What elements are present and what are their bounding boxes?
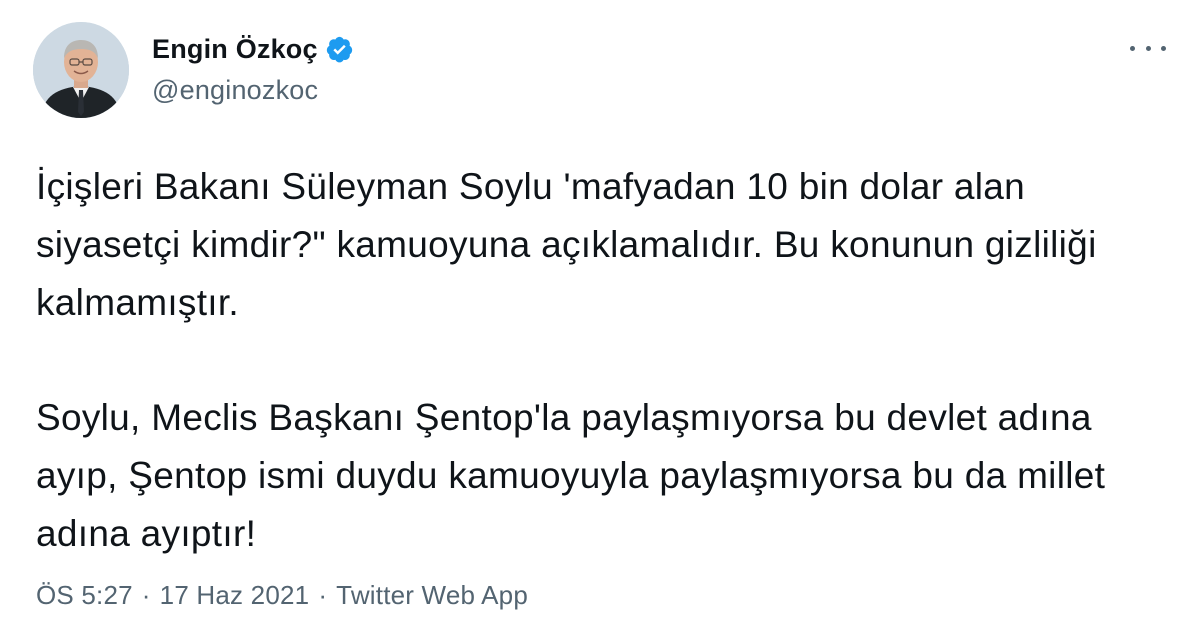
tweet-paragraph: Soylu, Meclis Başkanı Şentop'la paylaşmı…	[36, 397, 1106, 554]
author-name[interactable]: Engin Özkoç	[152, 34, 318, 65]
tweet-paragraph: İçişleri Bakanı Süleyman Soylu 'mafyadan…	[36, 166, 1097, 323]
tweet-text: İçişleri Bakanı Süleyman Soylu 'mafyadan…	[36, 158, 1176, 563]
tweet-card: Engin Özkoç @enginozkoc İçişleri Bakanı …	[0, 0, 1200, 644]
avatar[interactable]	[33, 22, 129, 118]
name-row: Engin Özkoç	[152, 32, 354, 66]
more-dot	[1130, 45, 1135, 51]
meta-separator: ·	[318, 580, 328, 610]
tweet-meta: ÖS 5:27 · 17 Haz 2021 · Twitter Web App	[36, 580, 528, 611]
tweet-source[interactable]: Twitter Web App	[336, 580, 528, 611]
tweet-time[interactable]: ÖS 5:27	[36, 580, 133, 611]
more-options-icon[interactable]	[1130, 36, 1166, 60]
verified-badge-icon	[325, 35, 354, 64]
author-block: Engin Özkoç @enginozkoc	[152, 32, 354, 106]
more-dot	[1161, 45, 1166, 51]
tweet-date[interactable]: 17 Haz 2021	[160, 580, 310, 611]
avatar-image	[33, 22, 129, 118]
more-dot	[1145, 45, 1151, 51]
author-handle[interactable]: @enginozkoc	[152, 75, 354, 106]
meta-separator: ·	[141, 580, 151, 610]
